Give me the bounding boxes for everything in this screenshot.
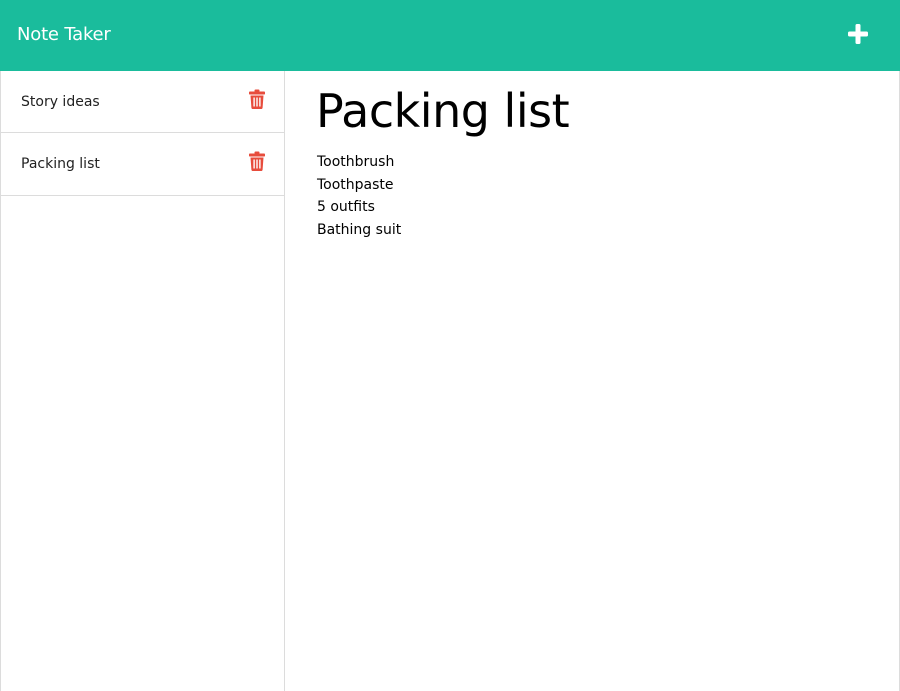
plus-icon	[848, 24, 868, 44]
note-line: Toothbrush	[317, 154, 395, 170]
trash-icon[interactable]	[249, 151, 265, 171]
trash-icon[interactable]	[249, 89, 265, 109]
note-list-item-story-ideas[interactable]: Story ideas	[1, 71, 284, 133]
note-list-item-title: Story ideas	[21, 94, 100, 110]
note-line: Toothpaste	[317, 176, 394, 193]
note-line: Bathing suit	[317, 221, 402, 238]
note-title[interactable]: Packing list	[316, 83, 570, 139]
app-title[interactable]: Note Taker	[17, 23, 111, 47]
app-window: Note Taker Story ideas Packing list Pack…	[0, 0, 900, 691]
note-list-item-packing-list[interactable]: Packing list	[1, 133, 284, 196]
navbar: Note Taker	[0, 0, 900, 71]
note-body[interactable]: Toothbrush Toothpaste 5 outfits Bathing …	[317, 151, 401, 241]
note-sidebar: Story ideas Packing list	[0, 71, 285, 691]
note-line: 5 outfits	[317, 199, 375, 215]
new-note-button[interactable]	[842, 18, 874, 50]
note-editor: Packing list Toothbrush Toothpaste 5 out…	[285, 71, 899, 691]
note-list-item-title: Packing list	[21, 156, 100, 172]
note-list: Story ideas Packing list	[1, 71, 284, 196]
